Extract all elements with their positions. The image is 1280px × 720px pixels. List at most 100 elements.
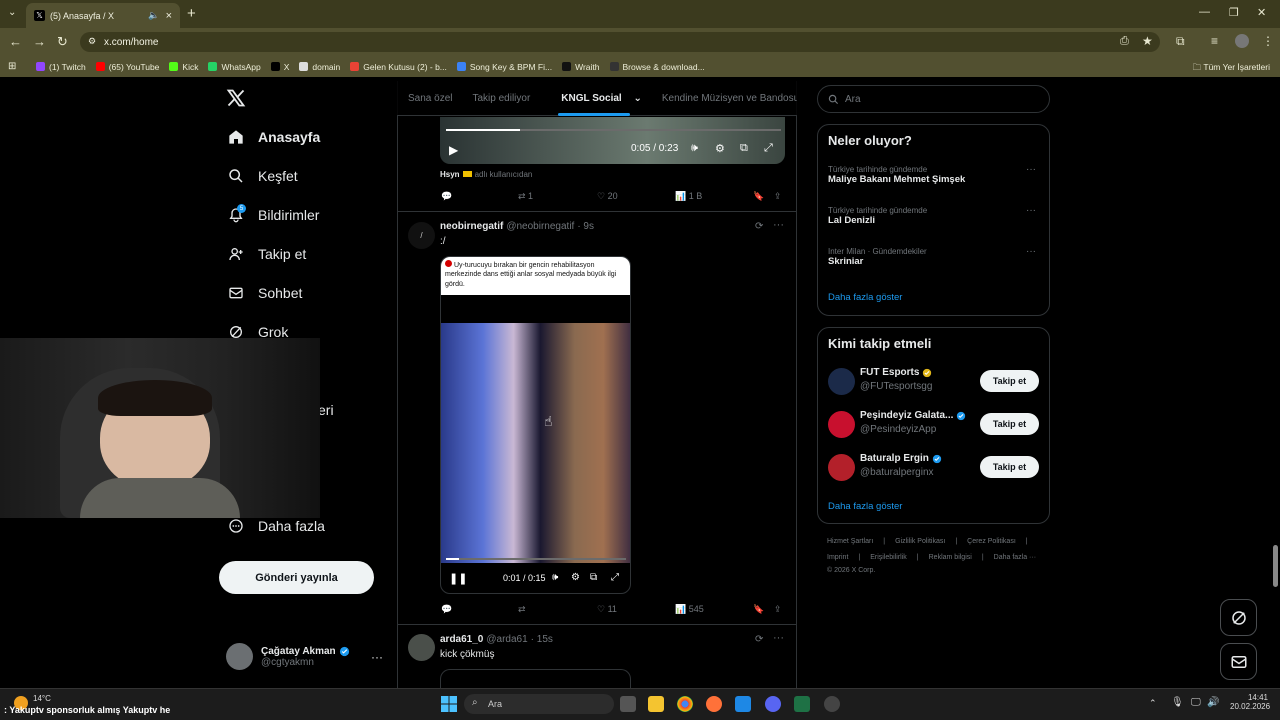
sidebar-item-home[interactable]: Anasayfa xyxy=(228,129,320,145)
firefox-icon[interactable] xyxy=(706,696,722,712)
follow-button[interactable]: Takip et xyxy=(980,456,1039,478)
post3-media[interactable] xyxy=(440,669,631,688)
post2-author[interactable]: neobirnegatif xyxy=(440,221,503,232)
bookmark-icon[interactable]: 🔖 xyxy=(753,604,764,615)
bookmark-item[interactable]: domain xyxy=(299,62,340,72)
footer-link[interactable]: Reklam bilgisi xyxy=(929,554,972,561)
share-icon[interactable]: ⇪ xyxy=(774,604,782,615)
footer-link[interactable]: Daha fazla ··· xyxy=(994,554,1036,561)
who-show-more-link[interactable]: Daha fazla göster xyxy=(828,501,902,512)
bookmark-star-icon[interactable]: ★ xyxy=(1142,34,1153,48)
retweet-icon[interactable]: ⇄ xyxy=(518,604,526,615)
reload-icon[interactable]: ↻ xyxy=(57,34,68,50)
bookmark-item[interactable]: Song Key & BPM Fi... xyxy=(456,62,552,72)
sidebar-item-explore[interactable]: Keşfet xyxy=(228,168,298,184)
share-icon[interactable]: ⇪ xyxy=(774,191,782,202)
taskbar-clock[interactable]: 14:41 20.02.2026 xyxy=(1230,693,1270,711)
grok-fab[interactable] xyxy=(1220,599,1257,636)
browser-tab[interactable]: 𝕏 (5) Anasayfa / X 🔈 × xyxy=(26,3,180,28)
post2-seek-track[interactable] xyxy=(446,558,626,560)
footer-link[interactable]: Imprint xyxy=(827,554,848,561)
follow-suggestion[interactable]: Peşindeyiz Galata... @PesindeyizApp Takip … xyxy=(828,409,1040,439)
grok-explain-icon[interactable]: ⟳ xyxy=(755,634,763,645)
bookmark-item[interactable]: (65) YouTube xyxy=(95,62,159,72)
tab-music[interactable]: Kendine Müzisyen ve Bandosu xyxy=(662,93,797,104)
volume-icon[interactable]: 🕪 xyxy=(552,572,558,583)
messages-fab[interactable] xyxy=(1220,643,1257,680)
avatar[interactable] xyxy=(408,634,435,661)
bookmark-item[interactable]: Wraith xyxy=(562,62,600,72)
network-icon[interactable]: 🖵 xyxy=(1191,697,1201,708)
trend-item[interactable]: Türkiye tarihinde gündemde Lal Denizli xyxy=(828,206,927,226)
follow-button[interactable]: Takip et xyxy=(980,413,1039,435)
trend-more-icon[interactable]: ··· xyxy=(1026,205,1036,216)
pip-icon[interactable]: ⧉ xyxy=(740,142,748,155)
bookmark-item[interactable]: WhatsApp xyxy=(208,62,261,72)
post3-author[interactable]: arda61_0 xyxy=(440,634,483,645)
page-scrollbar[interactable] xyxy=(1273,545,1278,587)
close-tab-icon[interactable]: × xyxy=(166,10,172,22)
reply-icon[interactable]: 💬 xyxy=(441,604,452,615)
bookmark-item[interactable]: Kick xyxy=(169,62,198,72)
like-button[interactable]: ♡ 20 xyxy=(597,191,618,202)
install-icon[interactable]: ⎙ xyxy=(1120,35,1129,48)
post2-video[interactable]: Uy-turucuyu bırakan bir gencin rehabilit… xyxy=(440,256,631,594)
store-icon[interactable] xyxy=(735,696,751,712)
fullscreen-icon[interactable]: ⤢ xyxy=(764,142,773,155)
file-explorer-icon[interactable] xyxy=(648,696,664,712)
mic-icon[interactable]: 🎙 xyxy=(1171,697,1184,708)
post-more-icon[interactable]: ··· xyxy=(773,632,784,644)
grok-explain-icon[interactable]: ⟳ xyxy=(755,221,763,232)
tab-for-you[interactable]: Sana özel xyxy=(408,93,452,104)
volume-icon[interactable]: 🔊 xyxy=(1207,697,1219,708)
settings-icon[interactable]: ⚙ xyxy=(571,572,580,583)
trend-more-icon[interactable]: ··· xyxy=(1026,164,1036,175)
discord-icon[interactable] xyxy=(765,696,781,712)
windows-start-icon[interactable] xyxy=(441,696,457,712)
volume-icon[interactable]: 🕪 xyxy=(691,142,698,155)
speaker-icon[interactable]: 🔈 xyxy=(148,10,159,21)
like-button[interactable]: ♡ 11 xyxy=(597,604,617,615)
sidebar-item-more[interactable]: Daha fazla xyxy=(228,518,325,534)
bookmark-item[interactable]: Gelen Kutusu (2) - b... xyxy=(350,62,447,72)
sidebar-item-chat[interactable]: Sohbet xyxy=(228,285,302,301)
site-info-icon[interactable]: ⚙ xyxy=(88,36,96,47)
bookmark-item[interactable]: Browse & download... xyxy=(609,62,705,72)
x-logo-icon[interactable] xyxy=(226,88,246,108)
account-more-icon[interactable]: ··· xyxy=(371,650,383,664)
search-input[interactable]: Ara xyxy=(817,85,1050,113)
menu-icon[interactable]: ⋮ xyxy=(1262,34,1274,48)
footer-link[interactable]: Gizlilik Politikası xyxy=(895,538,945,545)
follow-button[interactable]: Takip et xyxy=(980,370,1039,392)
tray-chevron-icon[interactable]: ⌃ xyxy=(1149,698,1157,709)
bookmark-item[interactable]: (1) Twitch xyxy=(36,62,86,72)
bookmark-icon[interactable]: 🔖 xyxy=(753,191,764,202)
tab-search-icon[interactable]: ⌄ xyxy=(8,7,16,18)
footer-link[interactable]: Hizmet Şartları xyxy=(827,538,873,545)
extensions-icon[interactable]: ⧉ xyxy=(1176,34,1185,49)
trend-item[interactable]: Inter Milan · Gündemdekiler Skriniar xyxy=(828,247,927,267)
tab-following[interactable]: Takip ediliyor xyxy=(472,93,530,104)
app-icon[interactable] xyxy=(824,696,840,712)
fullscreen-icon[interactable]: ⤢ xyxy=(611,572,619,583)
bookmark-item[interactable]: X xyxy=(270,62,289,72)
play-icon[interactable]: ▶ xyxy=(449,143,458,157)
forward-icon[interactable]: → xyxy=(33,34,46,49)
views-button[interactable]: 📊 1 B xyxy=(675,191,702,202)
trend-item[interactable]: Türkiye tarihinde gündemde Maliye Bakanı… xyxy=(828,165,965,185)
post1-video[interactable] xyxy=(440,117,785,164)
media-icon[interactable]: ≡ xyxy=(1211,34,1218,48)
footer-link[interactable]: Çerez Politikası xyxy=(967,538,1016,545)
back-icon[interactable]: ← xyxy=(9,34,22,49)
chrome-icon[interactable] xyxy=(677,696,693,712)
close-window-icon[interactable]: ✕ xyxy=(1257,6,1266,19)
all-bookmarks[interactable]: 🗀 Tüm Yer İşaretleri xyxy=(1193,62,1270,76)
retweet-button[interactable]: ⇄ 1 xyxy=(518,191,533,202)
profile-avatar[interactable] xyxy=(1235,34,1249,48)
settings-icon[interactable]: ⚙ xyxy=(715,142,725,155)
follow-suggestion[interactable]: Baturalp Ergin @baturalperginx Takip et xyxy=(828,452,1040,482)
sidebar-item-partial[interactable]: eri xyxy=(318,402,334,418)
trends-show-more-link[interactable]: Daha fazla göster xyxy=(828,292,902,303)
reply-icon[interactable]: 💬 xyxy=(441,191,452,202)
follow-suggestion[interactable]: FUT Esports @FUTesportsgg Takip et xyxy=(828,366,1040,396)
